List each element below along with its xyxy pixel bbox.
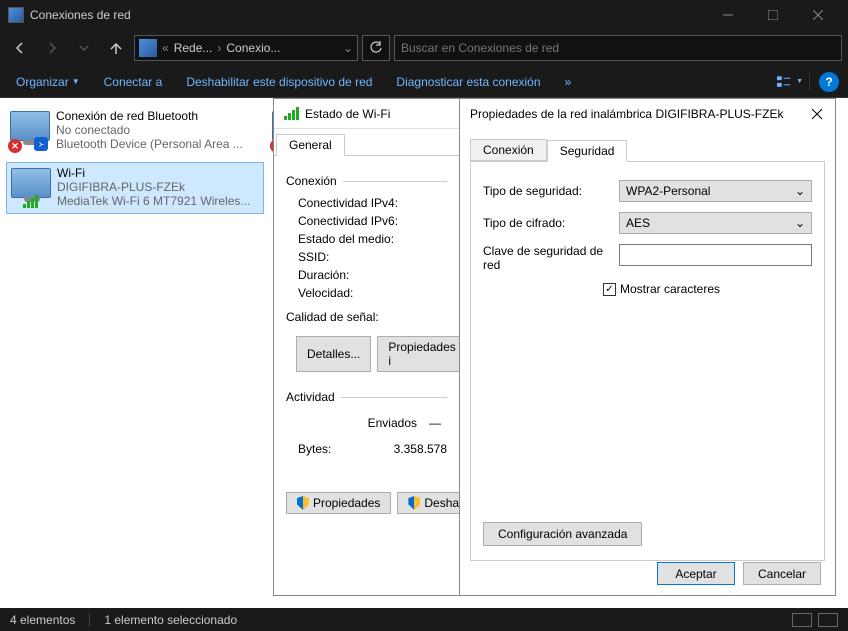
- connect-to-button[interactable]: Conectar a: [94, 71, 173, 93]
- up-button[interactable]: [102, 34, 130, 62]
- wireless-properties-button[interactable]: Propiedades i: [377, 336, 466, 372]
- encryption-type-select[interactable]: AES⌄: [619, 212, 812, 234]
- organize-button[interactable]: Organizar▼: [6, 71, 90, 93]
- disable-device-button[interactable]: Deshabilitar este dispositivo de red: [176, 71, 382, 93]
- location-icon: [139, 39, 157, 57]
- details-button[interactable]: Detalles...: [296, 336, 371, 372]
- monitor-icon: [11, 168, 51, 198]
- refresh-button[interactable]: [362, 35, 390, 61]
- search-input[interactable]: Buscar en Conexiones de red: [394, 35, 842, 61]
- cancel-button[interactable]: Cancelar: [743, 562, 821, 585]
- more-commands-button[interactable]: »: [555, 71, 582, 93]
- content-area: ✕ ᚛ Conexión de red Bluetooth No conecta…: [0, 98, 848, 618]
- connection-item-bluetooth[interactable]: ✕ ᚛ Conexión de red Bluetooth No conecta…: [6, 106, 264, 158]
- field-ssid: SSID:: [286, 248, 447, 266]
- address-bar[interactable]: « Rede... › Conexio... ⌄: [134, 35, 358, 61]
- minimize-button[interactable]: [705, 0, 750, 30]
- security-type-label: Tipo de seguridad:: [483, 184, 619, 198]
- field-speed: Velocidad:: [286, 284, 447, 302]
- tab-security[interactable]: Seguridad: [547, 140, 628, 162]
- section-activity: Actividad: [286, 390, 447, 404]
- help-icon: ?: [819, 72, 839, 92]
- security-type-select[interactable]: WPA2-Personal⌄: [619, 180, 812, 202]
- separator: [809, 73, 810, 91]
- ok-button[interactable]: Aceptar: [657, 562, 735, 585]
- help-button[interactable]: ?: [816, 69, 842, 95]
- connection-item-wifi[interactable]: Wi-Fi DIGIFIBRA-PLUS-FZEk MediaTek Wi-Fi…: [6, 162, 264, 214]
- wireless-properties-dialog: Propiedades de la red inalámbrica DIGIFI…: [459, 98, 836, 596]
- window-title: Conexiones de red: [30, 8, 705, 22]
- encryption-type-label: Tipo de cifrado:: [483, 216, 619, 230]
- error-x-icon: ✕: [8, 139, 22, 153]
- properties-button[interactable]: Propiedades: [286, 492, 391, 514]
- separator: [89, 613, 90, 627]
- status-item-count: 4 elementos: [10, 613, 75, 627]
- activity-separator: —: [429, 416, 441, 430]
- toolbar: Organizar▼ Conectar a Deshabilitar este …: [0, 66, 848, 98]
- field-signal-quality: Calidad de señal:: [286, 308, 447, 326]
- connection-status: No conectado: [56, 123, 260, 137]
- maximize-button[interactable]: [750, 0, 795, 30]
- breadcrumb-segment[interactable]: Rede...: [174, 41, 213, 55]
- shield-icon: [408, 496, 420, 510]
- tab-connection[interactable]: Conexión: [470, 139, 547, 161]
- show-characters-checkbox[interactable]: ✓: [603, 283, 616, 296]
- chevron-down-icon: ▼: [72, 77, 80, 86]
- chevron-down-icon: ▼: [796, 78, 803, 85]
- dialog-titlebar: Propiedades de la red inalámbrica DIGIFI…: [460, 99, 835, 129]
- view-details-icon[interactable]: [792, 613, 812, 627]
- bytes-sent-value: 3.358.578: [394, 442, 447, 456]
- chevron-right-icon: ›: [214, 41, 224, 55]
- security-key-input[interactable]: [619, 244, 812, 266]
- status-titlebar: Estado de Wi-Fi: [274, 99, 459, 129]
- tab-general[interactable]: General: [276, 134, 345, 156]
- status-selected-count: 1 elemento seleccionado: [104, 613, 237, 627]
- field-duration: Duración:: [286, 266, 447, 284]
- wifi-signal-icon: [23, 195, 38, 208]
- app-icon: [8, 7, 24, 23]
- connection-name: Conexión de red Bluetooth: [56, 109, 260, 123]
- close-button[interactable]: [809, 106, 825, 122]
- back-button[interactable]: [6, 34, 34, 62]
- shield-icon: [297, 496, 309, 510]
- history-dropdown[interactable]: [70, 34, 98, 62]
- close-button[interactable]: [795, 0, 840, 30]
- connection-status: DIGIFIBRA-PLUS-FZEk: [57, 180, 259, 194]
- wifi-status-window: Estado de Wi-Fi General Conexión Conecti…: [273, 98, 460, 596]
- advanced-config-button[interactable]: Configuración avanzada: [483, 522, 642, 546]
- activity-sent-label: Enviados: [368, 416, 423, 430]
- titlebar: Conexiones de red: [0, 0, 848, 30]
- view-large-icon[interactable]: [818, 613, 838, 627]
- address-dropdown[interactable]: ⌄: [343, 41, 353, 55]
- status-window-title: Estado de Wi-Fi: [305, 107, 390, 121]
- chevron-down-icon: ⌄: [795, 184, 805, 198]
- bytes-label: Bytes:: [298, 442, 394, 456]
- chevron-down-icon: ⌄: [795, 216, 805, 230]
- statusbar: 4 elementos 1 elemento seleccionado: [0, 608, 848, 631]
- connection-name: Wi-Fi: [57, 166, 259, 180]
- connection-device: MediaTek Wi-Fi 6 MT7921 Wireles...: [57, 194, 259, 208]
- bluetooth-icon: ᚛: [34, 137, 48, 151]
- security-key-label: Clave de seguridad de red: [483, 244, 619, 272]
- field-ipv6: Conectividad IPv6:: [286, 212, 447, 230]
- field-ipv4: Conectividad IPv4:: [286, 194, 447, 212]
- section-connection: Conexión: [286, 174, 447, 188]
- dialog-title: Propiedades de la red inalámbrica DIGIFI…: [470, 107, 783, 121]
- connection-device: Bluetooth Device (Personal Area ...: [56, 137, 260, 151]
- navbar: « Rede... › Conexio... ⌄ Buscar en Conex…: [0, 30, 848, 66]
- field-media-state: Estado del medio:: [286, 230, 447, 248]
- show-characters-label: Mostrar caracteres: [620, 282, 720, 296]
- chevron-left-icon: «: [159, 41, 172, 55]
- wifi-signal-icon: [284, 107, 299, 120]
- diagnose-button[interactable]: Diagnosticar esta conexión: [386, 71, 550, 93]
- breadcrumb-segment[interactable]: Conexio...: [226, 41, 280, 55]
- view-options-button[interactable]: ▼: [777, 69, 803, 95]
- forward-button[interactable]: [38, 34, 66, 62]
- search-placeholder: Buscar en Conexiones de red: [401, 41, 559, 55]
